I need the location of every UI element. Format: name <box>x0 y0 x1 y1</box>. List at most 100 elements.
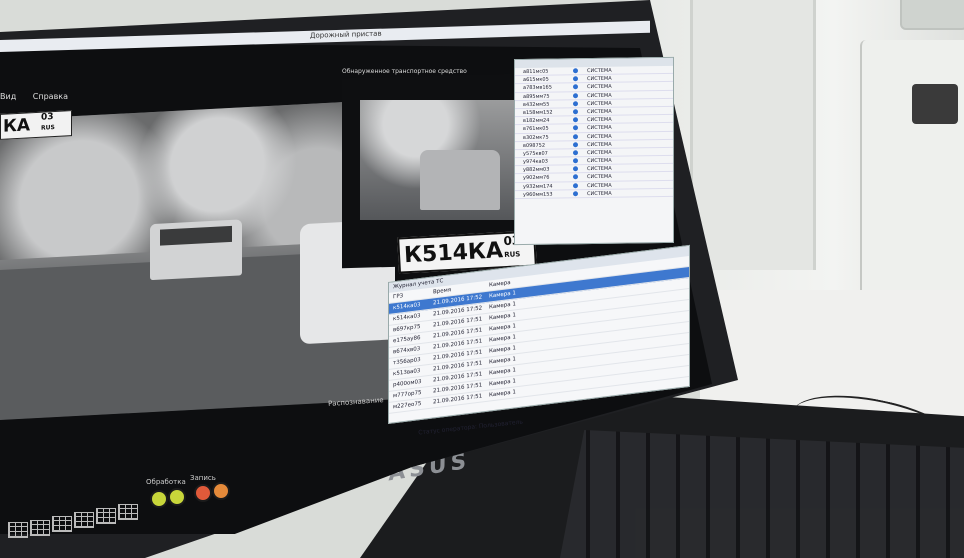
list-status: СИСТЕМА <box>587 100 612 107</box>
layout-2-icon[interactable] <box>30 520 50 536</box>
row-camera: Камера 1 <box>489 356 516 366</box>
status-dot-icon <box>573 182 578 188</box>
processing-start-button[interactable] <box>150 490 168 508</box>
status-dot-icon <box>573 109 578 115</box>
record-stop-button[interactable] <box>212 482 230 500</box>
plate-region: 03 <box>41 112 54 123</box>
plate-country: RUS <box>504 250 521 260</box>
list-status: СИСТЕМА <box>587 108 612 116</box>
list-status: СИСТЕМА <box>587 116 612 124</box>
status-dot-icon <box>573 84 578 90</box>
row-camera: Камера 1 <box>489 345 516 355</box>
layout-4-icon[interactable] <box>74 512 94 528</box>
row-plate: в674хв03 <box>393 346 421 356</box>
status-dot-icon <box>573 68 578 74</box>
plate-country: RUS <box>41 124 55 132</box>
list-plate: в761мк05 <box>523 125 549 133</box>
status-dot-icon <box>573 191 578 197</box>
laptop: ASUS Дорожный пристав Вид Справка КА 03 … <box>0 0 964 558</box>
row-plate: к514ка03 <box>393 302 421 312</box>
column-plate: ГРЗ <box>393 293 404 301</box>
status-dot-icon <box>573 76 578 82</box>
status-dot-icon <box>573 166 578 172</box>
processing-label: Обработка <box>146 478 186 486</box>
car <box>150 219 242 281</box>
list-status: СИСТЕМА <box>587 84 612 91</box>
column-time: Время <box>433 287 452 296</box>
list-status: СИСТЕМА <box>587 182 612 189</box>
status-dot-icon <box>573 117 578 123</box>
photo-scene: ASUS Дорожный пристав Вид Справка КА 03 … <box>0 0 964 558</box>
keyboard-keys <box>560 430 964 558</box>
list-status: СИСТЕМА <box>587 75 612 83</box>
menu-item-view[interactable]: Вид <box>0 92 16 101</box>
row-plate: м777ор75 <box>393 389 422 400</box>
status-dot-icon <box>573 174 578 180</box>
list-status: СИСТЕМА <box>587 166 612 173</box>
list-plate: у575кв07 <box>523 150 548 157</box>
record-start-button[interactable] <box>194 484 212 502</box>
processing-stop-button[interactable] <box>168 488 186 506</box>
list-status: СИСТЕМА <box>587 157 612 165</box>
row-camera: Камера 1 <box>489 378 516 388</box>
layout-3-icon[interactable] <box>52 516 72 532</box>
list-plate: у882мм03 <box>523 166 550 174</box>
menu-item-help[interactable]: Справка <box>33 92 68 101</box>
plate-number: КА <box>3 115 31 137</box>
plate-watchlist: а811мс05 СИСТЕМА а615мк05 СИСТЕМА а783мв165 С… <box>514 56 674 246</box>
list-plate: а895мм75 <box>523 93 550 100</box>
menu-bar: Вид Справка <box>0 92 82 101</box>
window-title: Дорожный пристав <box>310 29 382 40</box>
list-status: СИСТЕМА <box>587 133 612 140</box>
list-item[interactable]: у960мм153 СИСТЕМА <box>515 188 673 200</box>
list-plate: в432мм55 <box>523 101 550 108</box>
status-dot-icon <box>573 125 578 131</box>
layout-6-icon[interactable] <box>118 504 138 520</box>
status-dot-icon <box>573 141 578 147</box>
layout-1-icon[interactable] <box>8 522 28 538</box>
camera-feed-left <box>0 99 395 421</box>
list-plate: в182мм24 <box>523 117 550 125</box>
record-label: Запись <box>190 474 216 482</box>
row-plate: к513ва03 <box>393 368 421 378</box>
row-camera: Камера 1 <box>489 301 516 311</box>
row-plate: т356ар03 <box>393 357 421 367</box>
list-plate: у932мм174 <box>523 183 553 190</box>
status-dot-icon <box>573 92 578 98</box>
list-status: СИСТЕМА <box>587 92 612 99</box>
row-plate: е175ау86 <box>393 335 421 345</box>
list-plate: у960мм153 <box>523 191 553 198</box>
status-dot-icon <box>573 100 578 107</box>
list-status: СИСТЕМА <box>587 141 612 148</box>
row-plate: м227ео75 <box>393 400 422 411</box>
row-camera: Камера 1 <box>489 334 516 344</box>
list-status: СИСТЕМА <box>587 125 612 132</box>
list-plate: у974ка03 <box>523 158 548 166</box>
row-camera: Камера 1 <box>489 290 516 300</box>
detected-car <box>420 150 500 210</box>
row-camera: Камера 1 <box>489 312 516 322</box>
license-plate-left: КА 03 RUS <box>0 110 72 140</box>
row-plate: в697кр75 <box>393 324 421 334</box>
row-plate: р400ом03 <box>393 378 422 389</box>
bottom-toolbar: Обработка Запись <box>0 470 240 540</box>
row-plate: к514ка03 <box>393 313 421 323</box>
list-plate: а811мс05 <box>523 68 549 75</box>
list-plate: в098752 <box>523 142 546 149</box>
status-dot-icon <box>573 150 578 156</box>
list-plate: в302мк75 <box>523 134 549 141</box>
car-window <box>160 225 232 246</box>
list-status: СИСТЕМА <box>587 174 612 181</box>
status-dot-icon <box>573 158 578 164</box>
list-plate: а615мк05 <box>523 76 549 84</box>
list-plate: у902мм76 <box>523 175 550 182</box>
list-status: СИСТЕМА <box>587 149 612 156</box>
row-camera: Камера 1 <box>489 367 516 377</box>
row-camera: Камера 1 <box>489 389 516 399</box>
detected-vehicle-label: Обнаруженное транспортное средство <box>342 68 467 75</box>
layout-5-icon[interactable] <box>96 508 116 524</box>
list-status: СИСТЕМА <box>587 190 612 197</box>
list-plate: в158мм152 <box>523 109 553 116</box>
list-plate: а783мв165 <box>523 84 552 92</box>
row-camera: Камера 1 <box>489 323 516 333</box>
